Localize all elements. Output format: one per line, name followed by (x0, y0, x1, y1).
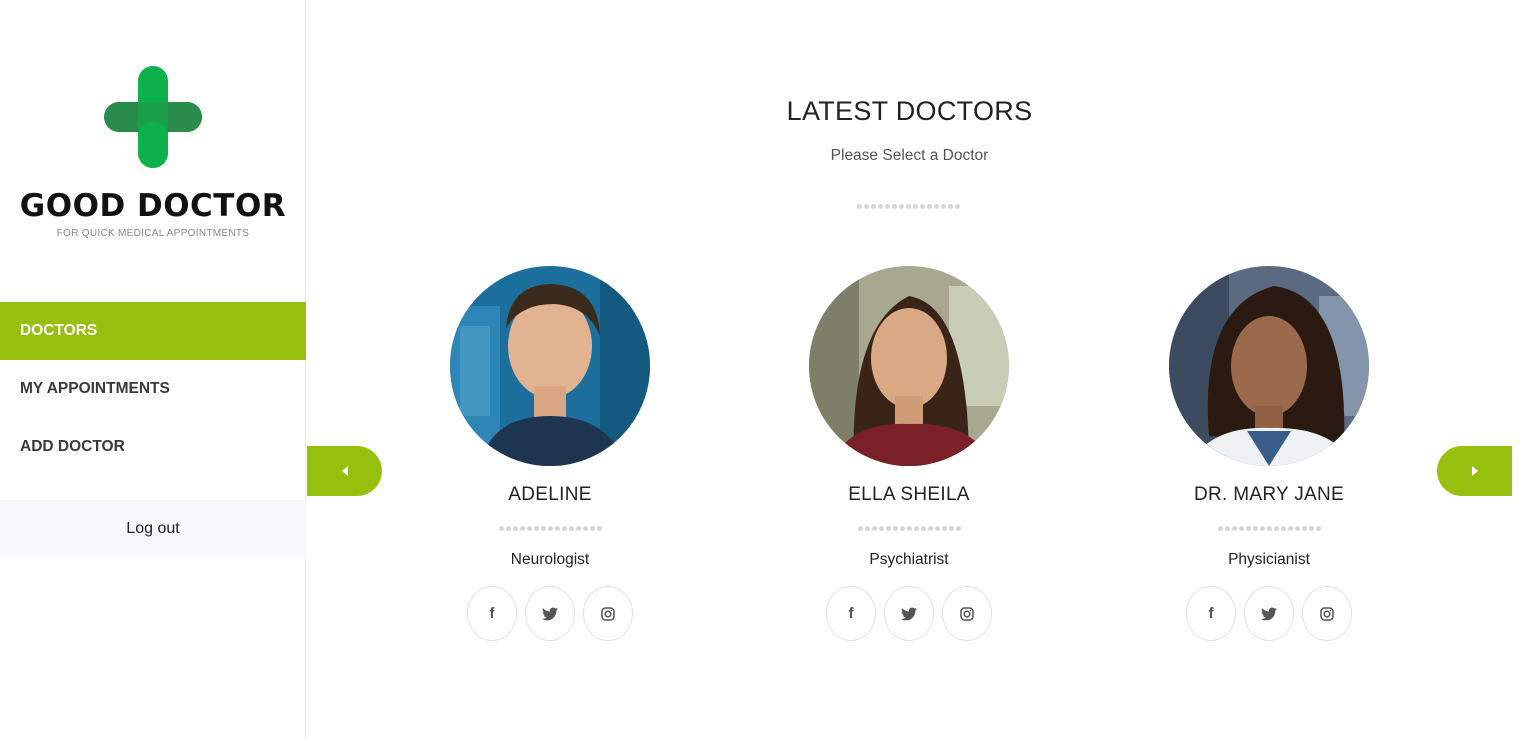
sidebar: GOOD DOCTOR FOR QUICK MEDICAL APPOINTMEN… (0, 0, 306, 739)
social-links: f (799, 586, 1019, 641)
twitter-icon[interactable] (525, 586, 575, 641)
main-content: LATEST DOCTORS Please Select a Doctor AD… (307, 0, 1536, 739)
sidebar-nav: DOCTORS MY APPOINTMENTS ADD DOCTOR (0, 302, 306, 476)
facebook-icon[interactable]: f (467, 586, 517, 641)
nav-item-doctors[interactable]: DOCTORS (0, 302, 306, 360)
social-links: f (440, 586, 660, 641)
logout-button[interactable]: Log out (0, 500, 306, 558)
name-divider (1159, 526, 1379, 531)
doctor-name: DR. MARY JANE (1194, 484, 1344, 505)
doctor-card[interactable]: ADELINE Neurologist f (440, 266, 660, 641)
page-title: LATEST DOCTORS (786, 96, 1033, 126)
name-divider (440, 526, 660, 531)
doctor-name: ADELINE (508, 484, 592, 505)
doctor-specialty: Neurologist (510, 551, 590, 568)
page-subtitle: Please Select a Doctor (830, 147, 989, 164)
brand-name: GOOD DOCTOR (19, 188, 287, 224)
doctor-photo (1169, 266, 1369, 466)
caret-left-icon (341, 466, 348, 476)
social-links: f (1159, 586, 1379, 641)
doctor-card[interactable]: DR. MARY JANE Physicianist f (1159, 266, 1379, 641)
instagram-icon[interactable] (942, 586, 992, 641)
name-divider (799, 526, 1019, 531)
facebook-icon[interactable]: f (826, 586, 876, 641)
instagram-icon[interactable] (1302, 586, 1352, 641)
carousel-next-button[interactable] (1437, 446, 1512, 496)
doctor-photo (809, 266, 1009, 466)
carousel-prev-button[interactable] (307, 446, 382, 496)
doctor-specialty: Psychiatrist (869, 551, 949, 568)
facebook-icon[interactable]: f (1186, 586, 1236, 641)
twitter-icon[interactable] (1244, 586, 1294, 641)
instagram-icon[interactable] (583, 586, 633, 641)
logo-icon (104, 66, 202, 168)
doctor-photo (450, 266, 650, 466)
doctor-card[interactable]: ELLA SHEILA Psychiatrist f (799, 266, 1019, 641)
nav-item-add-doctor[interactable]: ADD DOCTOR (0, 418, 306, 476)
brand-tagline: FOR QUICK MEDICAL APPOINTMENTS (56, 228, 250, 239)
nav-item-my-appointments[interactable]: MY APPOINTMENTS (0, 360, 306, 418)
doctor-specialty: Physicianist (1228, 551, 1310, 568)
twitter-icon[interactable] (884, 586, 934, 641)
title-divider (857, 204, 960, 209)
caret-right-icon (1471, 466, 1478, 476)
doctor-name: ELLA SHEILA (848, 484, 970, 505)
